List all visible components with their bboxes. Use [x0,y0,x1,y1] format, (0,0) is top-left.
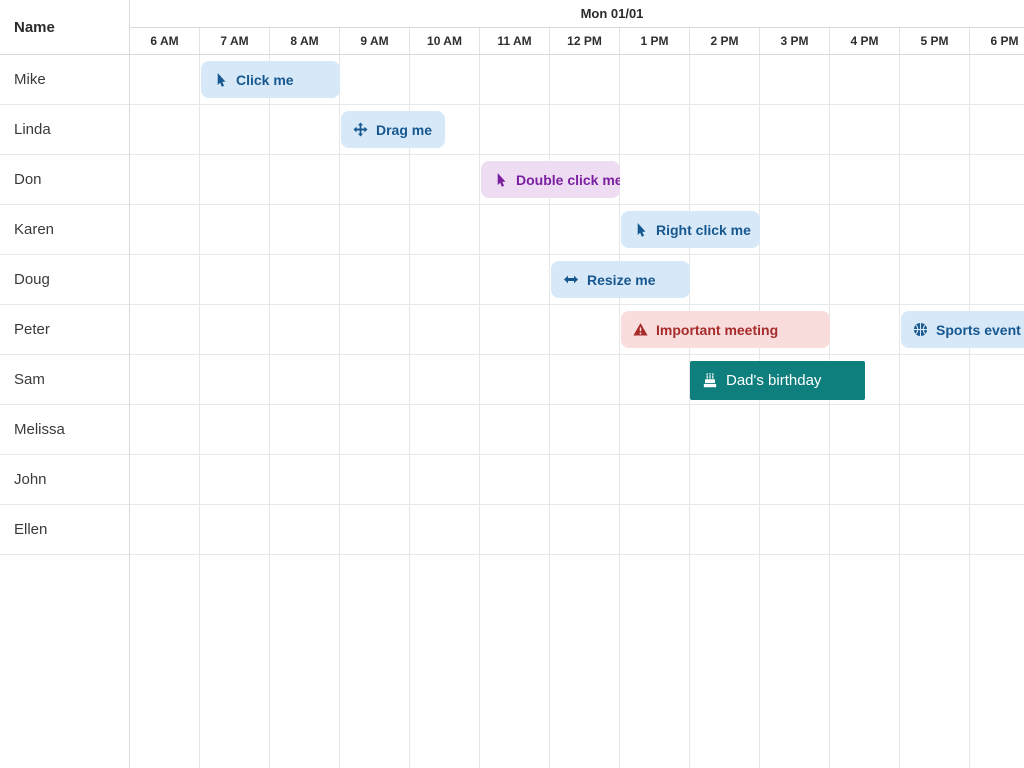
time-header-8am: 8 AM [270,28,340,54]
schedule-row-ellen[interactable] [130,505,1024,555]
cursor-icon [633,222,648,237]
resource-label-melissa: Melissa [0,405,129,455]
time-header-12pm: 12 PM [550,28,620,54]
date-label: Mon 01/01 [130,0,1024,27]
schedule-row-peter[interactable] [130,305,1024,355]
event-label: Drag me [376,122,432,138]
event-double-click-me[interactable]: Double click me [481,161,620,198]
time-header-11am: 11 AM [480,28,550,54]
resource-label-linda: Linda [0,105,129,155]
cursor-icon [493,172,508,187]
time-header-row: 6 AM 7 AM 8 AM 9 AM 10 AM 11 AM 12 PM 1 … [130,28,1024,55]
resource-label-sam: Sam [0,355,129,405]
schedule-row-linda[interactable] [130,105,1024,155]
move-icon [353,122,368,137]
resource-column: Name Mike Linda Don Karen Doug Peter Sam… [0,0,130,768]
resource-label-karen: Karen [0,205,129,255]
event-right-click-me[interactable]: Right click me [621,211,760,248]
time-header-4pm: 4 PM [830,28,900,54]
time-header-6pm: 6 PM [970,28,1024,54]
timeline-header: Mon 01/01 6 AM 7 AM 8 AM 9 AM 10 AM 11 A… [130,0,1024,55]
event-drag-me[interactable]: Drag me [341,111,445,148]
time-header-7am: 7 AM [200,28,270,54]
schedule-row-melissa[interactable] [130,405,1024,455]
event-label: Resize me [587,272,655,288]
resource-label-doug: Doug [0,255,129,305]
resize-horizontal-icon [563,272,579,287]
time-header-1pm: 1 PM [620,28,690,54]
event-resize-me[interactable]: Resize me [551,261,690,298]
resource-label-peter: Peter [0,305,129,355]
time-header-5pm: 5 PM [900,28,970,54]
time-header-6am: 6 AM [130,28,200,54]
event-label: Dad's birthday [726,372,821,389]
event-label: Right click me [656,222,751,238]
name-column-header: Name [0,0,129,55]
birthday-cake-icon [702,373,718,389]
event-sports-event[interactable]: Sports event [901,311,1024,348]
event-dads-birthday[interactable]: Dad's birthday [690,361,865,400]
resource-label-john: John [0,455,129,505]
resource-label-mike: Mike [0,55,129,105]
date-header-row: Mon 01/01 [130,0,1024,28]
schedule-row-john[interactable] [130,455,1024,505]
warning-icon [633,322,648,337]
time-header-9am: 9 AM [340,28,410,54]
time-header-10am: 10 AM [410,28,480,54]
time-header-2pm: 2 PM [690,28,760,54]
schedule-grid: Click me Drag me Double click me Right c… [130,55,1024,768]
ball-icon [913,322,928,337]
schedule-row-karen[interactable] [130,205,1024,255]
cursor-icon [213,72,228,87]
resource-label-don: Don [0,155,129,205]
schedule-row-sam[interactable] [130,355,1024,405]
resource-label-ellen: Ellen [0,505,129,555]
event-click-me[interactable]: Click me [201,61,340,98]
event-label: Click me [236,72,294,88]
event-label: Double click me [516,172,620,188]
event-label: Sports event [936,322,1021,338]
time-header-3pm: 3 PM [760,28,830,54]
event-important-meeting[interactable]: Important meeting [621,311,830,348]
event-label: Important meeting [656,322,778,338]
